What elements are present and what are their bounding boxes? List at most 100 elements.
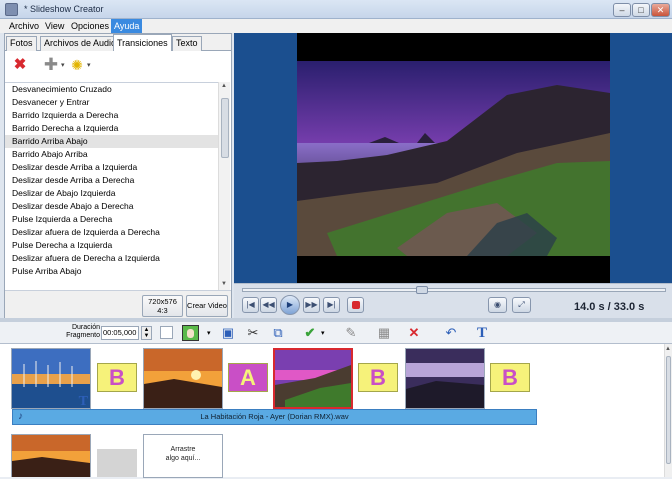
- transition-tile[interactable]: B: [490, 363, 530, 392]
- tab-audio[interactable]: Archivos de Audio: [40, 36, 121, 51]
- duration-input[interactable]: 00:05,000: [101, 326, 139, 340]
- add-dropdown-arrow-icon[interactable]: ▾: [61, 61, 65, 69]
- undo-icon[interactable]: ↶: [443, 325, 459, 341]
- brush-icon[interactable]: ✎: [343, 325, 359, 341]
- save-icon[interactable]: ▣: [220, 325, 236, 341]
- seek-bar[interactable]: [242, 286, 666, 294]
- transition-list-item[interactable]: Deslizar desde Arriba a Izquierda: [5, 161, 219, 174]
- app-icon: [5, 3, 18, 16]
- fullscreen-icon[interactable]: ⤢: [512, 297, 531, 313]
- slide-thumbnail[interactable]: T: [11, 348, 91, 409]
- menu-view[interactable]: View: [42, 19, 67, 33]
- transition-list-item[interactable]: Deslizar afuera de Derecha a Izquierda: [5, 252, 219, 265]
- preview-area: [234, 33, 672, 283]
- tab-texto[interactable]: Texto: [172, 36, 202, 51]
- next-icon[interactable]: ▶▶: [303, 297, 320, 313]
- edit-image-icon[interactable]: ▦: [376, 325, 392, 341]
- stop-icon[interactable]: [347, 297, 364, 313]
- transition-list-item[interactable]: Desvanecer y Entrar: [5, 96, 219, 109]
- scroll-thumb[interactable]: [221, 98, 229, 158]
- duration-label: Duración: [71, 324, 100, 331]
- slide-thumbnail[interactable]: [143, 348, 223, 409]
- resolution-size: 720x576: [148, 297, 177, 306]
- add-icon[interactable]: ✚: [43, 56, 59, 73]
- transition-list-item[interactable]: Deslizar de Abajo Izquierda: [5, 187, 219, 200]
- effects-dropdown-arrow-icon[interactable]: ▾: [87, 61, 91, 69]
- fragment-label: Fragmento: [66, 332, 100, 339]
- tab-strip: Fotos Archivos de Audio Transiciones Tex…: [5, 34, 231, 52]
- storyboard: T B A B B ♪ La Habitación Roja - Ayer (D…: [0, 344, 664, 478]
- effects-icon[interactable]: ✺: [69, 57, 85, 73]
- storyboard-scrollbar[interactable]: ▲: [664, 344, 672, 477]
- slide-thumbnail[interactable]: [405, 348, 485, 409]
- play-icon[interactable]: ▶: [280, 295, 300, 315]
- color-dropdown-arrow-icon[interactable]: ▾: [207, 329, 211, 337]
- transition-list-item[interactable]: Pulse Arriba Abajo: [5, 265, 219, 278]
- scroll-up-icon[interactable]: ▲: [221, 83, 227, 89]
- transition-list-item[interactable]: Deslizar desde Abajo a Derecha: [5, 200, 219, 213]
- maximize-button[interactable]: □: [632, 3, 650, 17]
- audio-track[interactable]: ♪ La Habitación Roja - Ayer (Dorian RMX)…: [12, 409, 537, 425]
- window-title: * Slideshow Creator: [24, 4, 104, 14]
- transition-tile[interactable]: A: [228, 363, 268, 392]
- text-overlay-icon: T: [78, 394, 88, 409]
- slide-5-image: [12, 435, 90, 477]
- transition-list-item[interactable]: Deslizar afuera de Izquierda a Derecha: [5, 226, 219, 239]
- slide-2-image: [144, 349, 222, 408]
- preview-image: [297, 33, 610, 283]
- delete-icon[interactable]: ✕: [406, 325, 422, 341]
- checkbox[interactable]: [160, 326, 173, 339]
- music-note-icon: ♪: [18, 411, 23, 422]
- menu-opciones[interactable]: Opciones: [68, 19, 112, 33]
- storyboard-scroll-thumb[interactable]: [666, 356, 671, 464]
- duration-stepper[interactable]: ▲ ▼: [141, 326, 152, 340]
- transitions-list[interactable]: Desvanecimiento Cruzado Desvanecer y Entr…: [5, 82, 219, 290]
- transition-tile[interactable]: B: [97, 363, 137, 392]
- seek-thumb[interactable]: [416, 286, 429, 294]
- menu-archivo[interactable]: Archivo: [6, 19, 42, 33]
- time-display: 14.0 s / 33.0 s: [574, 301, 645, 313]
- transition-list-item[interactable]: Pulse Derecha a Izquierda: [5, 239, 219, 252]
- edit-toolbar: Duración Fragmento 00:05,000 ▲ ▼ ▾ ▣ ✂ ⧉ …: [0, 322, 672, 344]
- left-panel: Fotos Archivos de Audio Transiciones Tex…: [4, 33, 232, 318]
- menu-ayuda[interactable]: Ayuda: [111, 19, 143, 33]
- transition-toolbar: ✖ ✚ ▾ ✺ ▾: [5, 51, 231, 81]
- resolution-button[interactable]: 720x576 4:3: [142, 295, 183, 317]
- cut-icon[interactable]: ✂: [245, 325, 261, 341]
- create-video-button[interactable]: Crear Video: [186, 295, 228, 317]
- check-icon[interactable]: ✔: [302, 325, 318, 341]
- remove-icon[interactable]: ✖: [13, 57, 27, 72]
- player-controls: |◀ ◀◀ ▶ ▶▶ ▶| ◉ ⤢ 14.0 s / 33.0 s: [234, 283, 672, 318]
- slide-thumbnail-selected[interactable]: [273, 348, 353, 409]
- snapshot-icon[interactable]: ◉: [488, 297, 507, 313]
- text-icon[interactable]: T: [474, 325, 490, 341]
- tab-fotos[interactable]: Fotos: [6, 36, 37, 51]
- minimize-button[interactable]: –: [613, 3, 631, 17]
- previous-icon[interactable]: ◀◀: [260, 297, 277, 313]
- storyboard-scroll-up-icon[interactable]: ▲: [665, 346, 671, 352]
- list-scrollbar[interactable]: ▲ ▼: [218, 82, 230, 290]
- transition-list-item[interactable]: Barrido Derecha a Izquierda: [5, 122, 219, 135]
- tab-transiciones[interactable]: Transiciones: [113, 34, 172, 52]
- menu-bar: Archivo View Opciones Ayuda: [0, 19, 672, 33]
- transition-list-item[interactable]: Barrido Arriba Abajo: [5, 135, 219, 148]
- transition-list-item[interactable]: Barrido Izquierda a Derecha: [5, 109, 219, 122]
- drop-placeholder[interactable]: Arrastre algo aquí...: [143, 434, 223, 478]
- transition-list-item[interactable]: Deslizar desde Arriba a Derecha: [5, 174, 219, 187]
- resolution-ratio: 4:3: [157, 306, 168, 315]
- skip-end-icon[interactable]: ▶|: [323, 297, 340, 313]
- scroll-down-icon[interactable]: ▼: [221, 281, 227, 287]
- transition-list-item[interactable]: Desvanecimiento Cruzado: [5, 83, 219, 96]
- background-color-icon[interactable]: [182, 325, 199, 341]
- check-dropdown-arrow-icon[interactable]: ▾: [321, 329, 325, 337]
- drop-placeholder-line2: algo aquí...: [165, 455, 201, 462]
- slide-thumbnail[interactable]: [11, 434, 91, 477]
- copy-icon[interactable]: ⧉: [270, 325, 286, 341]
- empty-transition-slot[interactable]: [97, 449, 137, 477]
- transition-tile[interactable]: B: [358, 363, 398, 392]
- skip-start-icon[interactable]: |◀: [242, 297, 259, 313]
- transition-list-item[interactable]: Barrido Abajo Arriba: [5, 148, 219, 161]
- transition-list-item[interactable]: Pulse Izquierda a Derecha: [5, 213, 219, 226]
- title-bar: * Slideshow Creator – □ ✕: [0, 0, 672, 19]
- close-button[interactable]: ✕: [651, 3, 670, 17]
